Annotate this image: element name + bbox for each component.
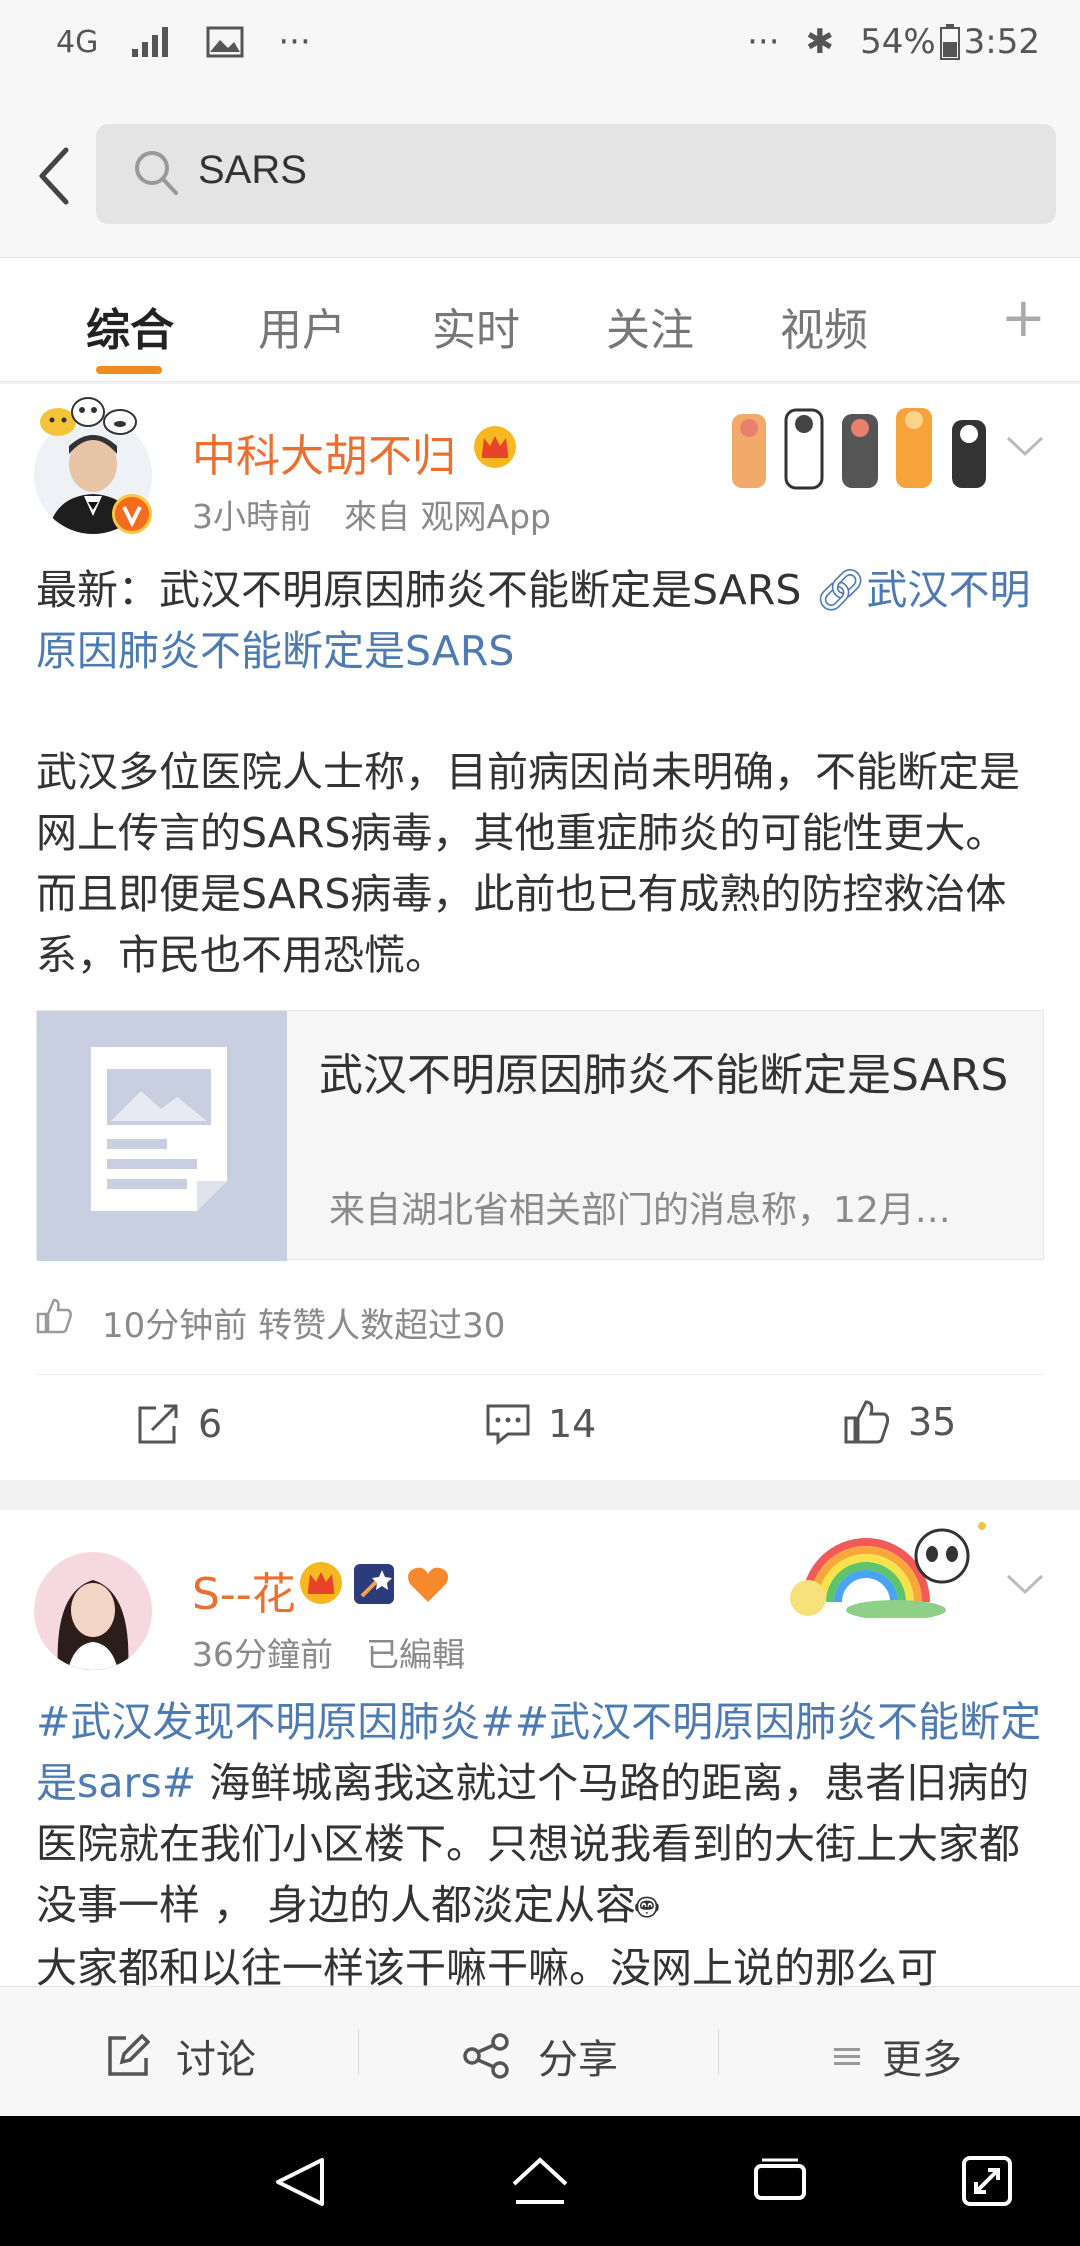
article-title: 武汉不明原因肺炎不能断定是SARS [319, 1050, 1009, 1101]
edit-icon [108, 2034, 150, 2076]
edited-label: 已編輯 [366, 1635, 465, 1674]
share-label: 分享 [538, 2037, 618, 2083]
post-card[interactable]: 中科大胡不归 3小時前 來自 观网App 最新：武汉不明原因肺炎不能断定是SAR… [0, 384, 1080, 1480]
post-paragraph: 武汉多位医院人士称，目前病因尚未明确，不能断定是网上传言的SARS病毒，其他重症… [36, 748, 1020, 979]
like-count: 35 [908, 1400, 957, 1444]
post-text-continued: 大家都和以往一样该干嘛干嘛。没网上说的那么可 [36, 1944, 938, 1990]
bottom-action-bar: 讨论 分享 更多 [0, 1986, 1080, 2116]
tab-comprehensive[interactable]: 综合 [86, 294, 174, 358]
bluetooth-icon: ✱ [805, 22, 835, 62]
chevron-down-icon[interactable] [1004, 434, 1046, 460]
discuss-button[interactable]: 讨论 [106, 2027, 256, 2085]
shooting-star-badge-icon [354, 1564, 394, 1604]
share-icon [463, 2033, 509, 2079]
menu-icon [834, 2048, 860, 2065]
tab-users[interactable]: 用户 [258, 294, 346, 358]
discuss-label: 讨论 [176, 2037, 256, 2083]
post-text: 最新：武汉不明原因肺炎不能断定是SARS 🔗︎武汉不明原因肺炎不能断定是SARS [36, 560, 1046, 682]
network-indicator: 4G [56, 24, 99, 60]
repost-count: 6 [198, 1402, 223, 1446]
battery-percent: 54% [860, 22, 936, 62]
post-text: #武汉发现不明原因肺炎##武汉不明原因肺炎不能断定是sars# 海鲜城离我这就过… [36, 1692, 1046, 1990]
search-query: SARS [198, 148, 307, 192]
chevron-down-icon[interactable] [1004, 1572, 1046, 1598]
post-time: 36分鐘前 [192, 1635, 333, 1674]
popularity-note: 10分钟前 转赞人数超过30 [102, 1306, 506, 1346]
back-nav-icon[interactable] [272, 2156, 328, 2208]
repost-button[interactable]: 6 [134, 1402, 222, 1446]
image-icon [206, 26, 244, 58]
fullscreen-icon[interactable] [960, 2154, 1014, 2208]
repost-icon [138, 1404, 178, 1444]
comment-count: 14 [548, 1402, 597, 1446]
tab-realtime[interactable]: 实时 [432, 294, 520, 358]
link-icon: 🔗︎ [814, 566, 867, 614]
robot-emoji-icon: 🤖︎ [636, 1887, 658, 1928]
search-icon [135, 151, 178, 195]
article-thumbnail-icon [37, 1011, 287, 1261]
post-card[interactable]: S--花 36分鐘前 已編輯 #武汉发现不明原因肺炎##武汉不明原因肺炎不能断定… [0, 1510, 1080, 1990]
verified-badge-icon [112, 494, 152, 534]
thumbs-up-icon [36, 1298, 72, 1334]
article-card[interactable]: 武汉不明原因肺炎不能断定是SARS 来自湖北省相关部门的消息称，12月… [36, 1010, 1044, 1261]
active-tab-indicator [96, 366, 162, 374]
hashtag-link[interactable]: #武汉发现不明原因肺炎# [36, 1698, 515, 1746]
crown-vip-icon [300, 1562, 342, 1604]
post-source: 來自 观网App [344, 497, 551, 536]
home-nav-icon[interactable] [510, 2154, 570, 2208]
share-button[interactable]: 分享 [462, 2027, 618, 2085]
signal-icon [132, 27, 169, 57]
divider [718, 2029, 719, 2075]
avatar-decoration-icon [40, 397, 137, 436]
article-summary: 来自湖北省相关部门的消息称，12月… [329, 1190, 951, 1231]
more-label: 更多 [882, 2037, 962, 2083]
comment-button[interactable]: 14 [484, 1402, 596, 1446]
username[interactable]: 中科大胡不归 [192, 420, 456, 484]
search-input[interactable]: SARS [96, 124, 1056, 224]
divider [358, 2029, 359, 2075]
status-more-icon: ··· [278, 22, 311, 62]
divider [36, 1374, 1044, 1375]
back-arrow-icon[interactable] [22, 136, 92, 216]
rainbow-decoration-icon [790, 1522, 986, 1618]
tab-video[interactable]: 视频 [780, 294, 868, 358]
more-button[interactable]: 更多 [834, 2027, 962, 2085]
post-text-prefix: 最新：武汉不明原因肺炎不能断定是SARS [36, 566, 815, 614]
recent-apps-icon[interactable] [752, 2158, 808, 2204]
clock: 3:52 [963, 22, 1040, 62]
post-time: 3小時前 [192, 497, 312, 536]
username[interactable]: S--花 [192, 1558, 296, 1622]
tab-bar: 综合 用户 实时 关注 视频 + [0, 258, 1080, 382]
system-nav-bar [0, 2116, 1080, 2246]
cat-paws-decoration-icon [732, 408, 986, 490]
like-button[interactable]: 35 [842, 1398, 956, 1446]
search-header: SARS [0, 92, 1080, 258]
tab-following[interactable]: 关注 [606, 294, 694, 358]
crown-vip-icon [474, 426, 516, 468]
avatar[interactable] [34, 1552, 152, 1670]
like-icon [844, 1400, 890, 1444]
heart-badge-icon [408, 1567, 448, 1602]
battery-icon [939, 24, 960, 60]
status-bar: 4G ··· ··· ✱ 54% 3:52 [0, 0, 1080, 92]
add-tab-icon[interactable]: + [1001, 286, 1046, 349]
comment-icon [486, 1404, 530, 1446]
status-dots: ··· [747, 22, 780, 62]
